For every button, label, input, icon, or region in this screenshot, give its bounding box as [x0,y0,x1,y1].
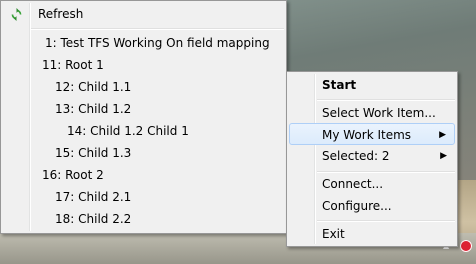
work-item-11[interactable]: 11: Root 1 [3,54,284,76]
work-item-16[interactable]: 16: Root 2 [3,164,284,186]
work-item-12[interactable]: 12: Child 1.1 [3,76,284,98]
select-work-item-label: Select Work Item... [322,106,436,120]
chevron-right-icon: ▶ [440,151,447,161]
work-item-label: 1: Test TFS Working On field mapping [45,36,270,50]
work-item-label: 17: Child 2.1 [55,190,132,204]
menu-item-selected[interactable]: Selected: 2 ▶ [289,145,455,167]
work-items-menu: Refresh 1: Test TFS Working On field map… [0,0,287,234]
exit-label: Exit [322,227,345,241]
refresh-label: Refresh [38,7,84,21]
work-item-label: 16: Root 2 [42,168,104,182]
work-item-label: 13: Child 1.2 [55,102,132,116]
chevron-right-icon: ▶ [439,130,446,140]
work-item-label: 14: Child 1.2 Child 1 [67,124,189,138]
menu-item-start[interactable]: Start [289,74,455,96]
work-item-label: 18: Child 2.2 [55,212,132,226]
work-item-18[interactable]: 18: Child 2.2 [3,208,284,230]
menu-item-my-work-items[interactable]: My Work Items ▶ [289,123,455,145]
work-item-1[interactable]: 1: Test TFS Working On field mapping [3,32,284,54]
menu-separator [317,220,455,222]
work-item-15[interactable]: 15: Child 1.3 [3,142,284,164]
work-item-14[interactable]: 14: Child 1.2 Child 1 [3,120,284,142]
refresh-icon [11,8,22,21]
start-label: Start [322,78,357,92]
work-item-13[interactable]: 13: Child 1.2 [3,98,284,120]
tray-context-menu: Start Select Work Item... My Work Items … [286,71,458,247]
work-item-label: 15: Child 1.3 [55,146,132,160]
menu-separator [317,99,455,101]
connect-label: Connect... [322,177,384,191]
menu-item-connect[interactable]: Connect... [289,173,455,195]
menu-separator [31,28,284,30]
tray-app-icon[interactable] [460,240,472,252]
menu-item-select-work-item[interactable]: Select Work Item... [289,102,455,124]
menu-item-exit[interactable]: Exit [289,223,455,245]
my-work-items-label: My Work Items [322,128,412,142]
work-item-label: 11: Root 1 [42,58,104,72]
selected-label: Selected: 2 [322,149,390,163]
work-item-label: 12: Child 1.1 [55,80,132,94]
menu-item-configure[interactable]: Configure... [289,195,455,217]
configure-label: Configure... [322,199,392,213]
menu-item-refresh[interactable]: Refresh [3,3,284,25]
work-item-17[interactable]: 17: Child 2.1 [3,186,284,208]
